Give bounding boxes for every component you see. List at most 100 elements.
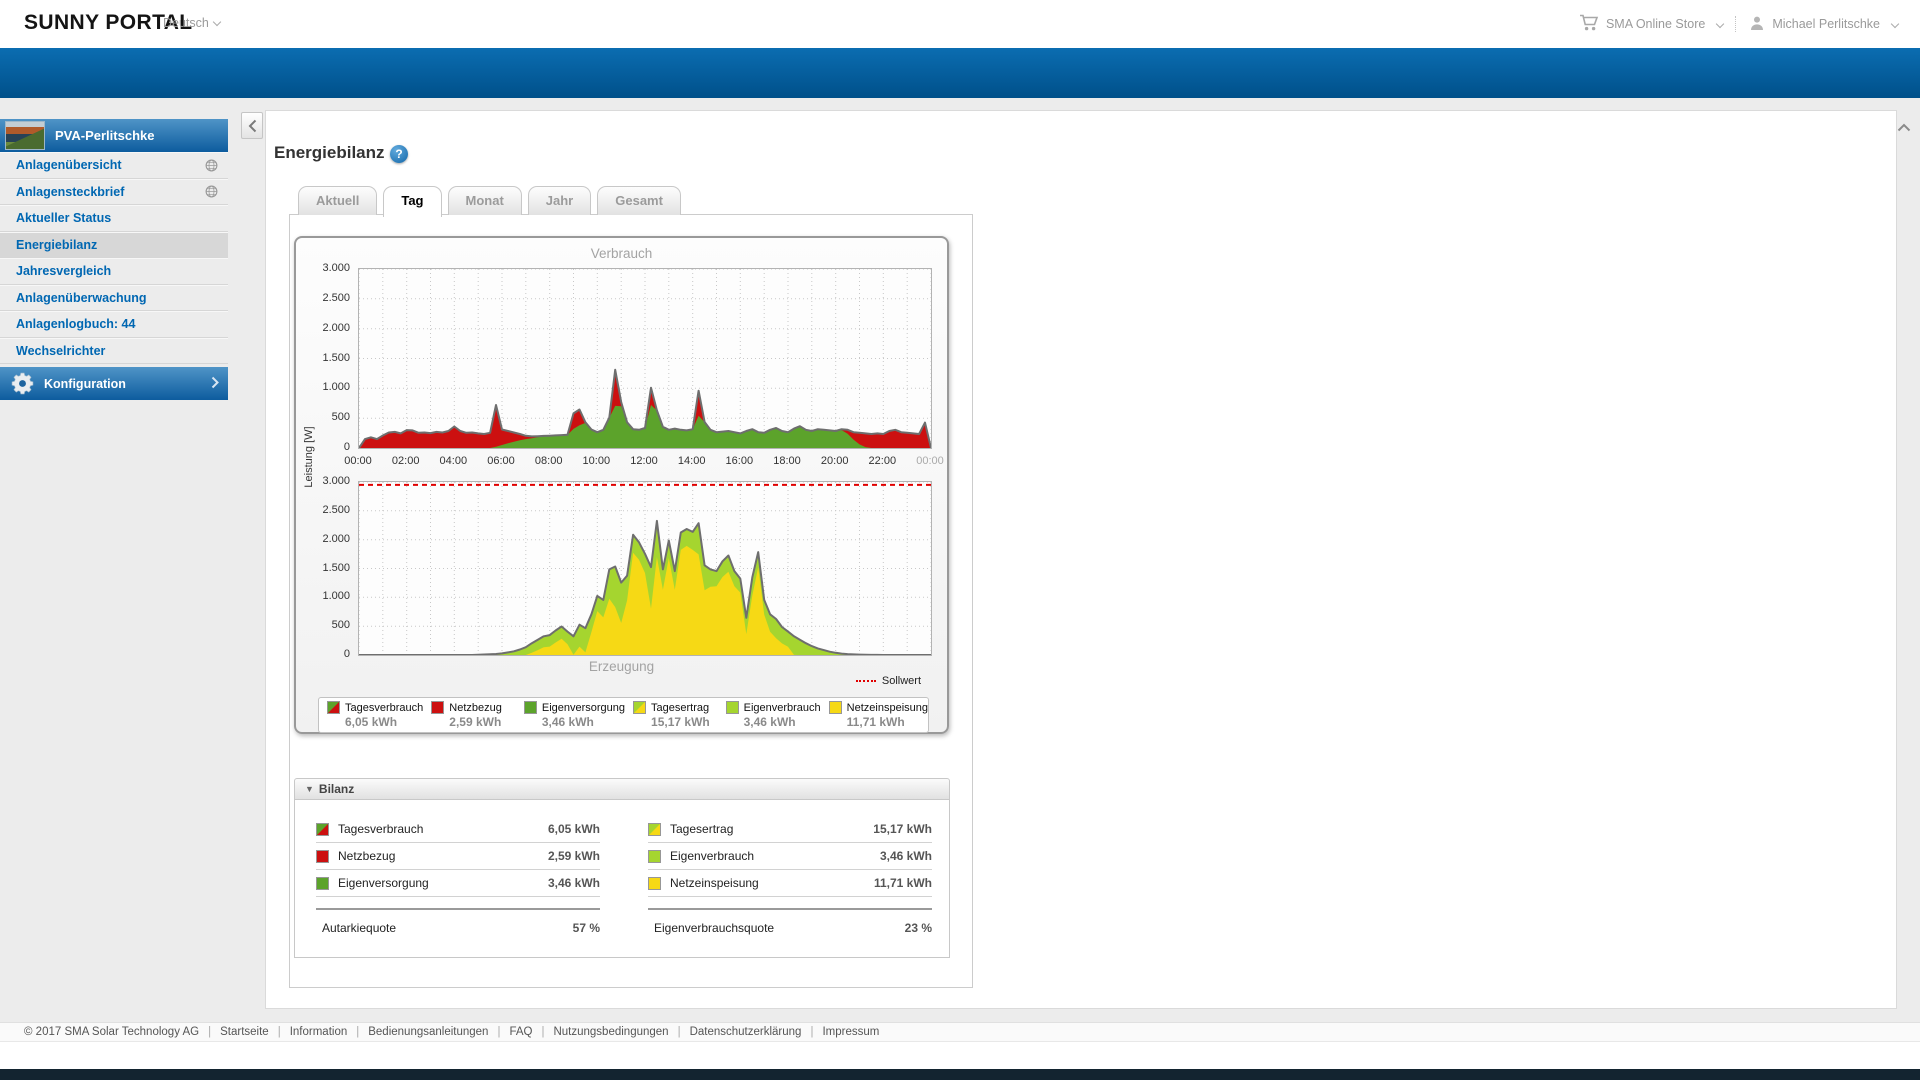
tab-gesamt[interactable]: Gesamt [597, 186, 681, 215]
bilanz-row-label: Netzeinspeisung [670, 876, 759, 890]
page-title: Energiebilanz [274, 143, 385, 162]
bilanz-separator [648, 897, 932, 910]
chevron-down-icon [1716, 19, 1725, 29]
bilanz-row-value: 15,17 kWh [873, 822, 932, 836]
y-axis-tick: 2.000 [322, 321, 350, 334]
legend-swatch-icon [828, 701, 842, 714]
bilanz-quote-label: Eigenverbrauchsquote [654, 920, 775, 935]
erzeugung-chart-title: Erzeugung [588, 659, 655, 674]
legend-swatch-icon [633, 701, 647, 714]
y-axis-tick: 1.500 [322, 351, 350, 364]
sidebar-collapse-button[interactable] [241, 112, 263, 139]
x-axis-tick: 08:00 [534, 455, 563, 467]
x-axis-tick: 06:00 [487, 455, 515, 467]
user-menu[interactable]: Michael Perlitschke [1749, 15, 1900, 34]
plant-name: PVA-Perlitschke [55, 128, 155, 143]
sidebar-item-label: Anlagenüberwachung [16, 290, 147, 305]
legend-swatch-icon [725, 701, 739, 714]
legend-label: Eigenverbrauch [743, 701, 821, 714]
legend-row: Netzbezug [431, 701, 516, 714]
legend-row: Eigenversorgung [523, 701, 625, 714]
tab-tag[interactable]: Tag [383, 186, 442, 217]
legend-label: Tagesverbrauch [345, 701, 424, 714]
tab-aktuell[interactable]: Aktuell [298, 186, 378, 215]
legend-row: Eigenverbrauch [725, 701, 821, 714]
verbrauch-chart [358, 268, 932, 449]
konfiguration-label: Konfiguration [44, 376, 126, 391]
bilanz-quote-value: 23 % [904, 920, 932, 935]
footer-link-bedienungsanleitungen[interactable]: Bedienungsanleitungen [368, 1026, 488, 1038]
language-dropdown[interactable]: Deutsch [163, 16, 222, 30]
sidebar-item-label: Jahresvergleich [16, 264, 112, 279]
bilanz-row-value: 11,71 kWh [873, 876, 932, 890]
sidebar-item-anlagen-berwachung[interactable]: Anlagenüberwachung [0, 284, 228, 311]
bilanz-row-label: Tagesverbrauch [338, 822, 424, 836]
sidebar-item-label: Energiebilanz [16, 237, 98, 252]
footer-separator: | [541, 1026, 545, 1038]
footer: © 2017 SMA Solar Technology AG | Startsei… [0, 1022, 1920, 1042]
x-axis-tick: 16:00 [725, 455, 754, 467]
tab-monat[interactable]: Monat [447, 186, 522, 215]
top-right-menu: SMA Online Store Michael Perlitschke [1579, 0, 1900, 48]
footer-link-nutzungsbedingungen[interactable]: Nutzungsbedingungen [553, 1026, 668, 1038]
y-axis-tick: 0 [343, 648, 350, 660]
user-name-label: Michael Perlitschke [1772, 17, 1880, 31]
language-label: Deutsch [163, 16, 209, 30]
sollwert-line-icon [855, 680, 876, 682]
sidebar-item-aktueller-status[interactable]: Aktueller Status [0, 205, 228, 232]
tab-jahr[interactable]: Jahr [527, 186, 592, 215]
bilanz-quote-value: 57 % [572, 920, 600, 935]
plant-selector[interactable]: PVA-Perlitschke [0, 119, 228, 152]
y-axis-tick: 1.500 [322, 561, 350, 574]
legend-label: Tagesertrag [651, 701, 710, 714]
x-axis-tick: 12:00 [630, 455, 658, 467]
bilanz-header[interactable]: ▼ Bilanz [294, 778, 950, 800]
legend-row: Tagesertrag [633, 701, 718, 714]
energy-chart-panel: Verbrauch Leistung [W] Erzeugung Sollwer… [294, 236, 949, 734]
bilanz-row-value: 2,59 kWh [547, 849, 600, 863]
y-axis-tick: 1.000 [322, 590, 350, 603]
legend-label: Netzbezug [449, 701, 502, 714]
y-axis-tick: 500 [331, 619, 350, 632]
bilanz-swatch-icon [316, 876, 329, 890]
sidebar-item-anlagenlogbuch-44[interactable]: Anlagenlogbuch: 44 [0, 311, 228, 338]
footer-link-impressum[interactable]: Impressum [822, 1026, 879, 1038]
footer-link-information[interactable]: Information [290, 1026, 348, 1038]
sidebar-item-konfiguration[interactable]: Konfiguration [0, 367, 228, 400]
sidebar-item-energiebilanz[interactable]: Energiebilanz [0, 231, 228, 258]
bilanz-right-column: Tagesertrag 15,17 kWh Eigenverbrauch 3,46 k… [648, 816, 932, 945]
footer-separator: | [277, 1026, 281, 1038]
store-menu[interactable]: SMA Online Store [1579, 14, 1725, 34]
legend-label: Netzeinspeisung [846, 701, 929, 714]
sollwert-legend: Sollwert [855, 675, 921, 687]
sidebar-item-wechselrichter[interactable]: Wechselrichter [0, 337, 228, 364]
help-icon[interactable]: ? [390, 145, 408, 163]
scroll-top-button[interactable] [1894, 118, 1914, 136]
x-axis-tick: 14:00 [677, 455, 706, 467]
y-axis-tick: 3.000 [322, 262, 350, 274]
chevron-right-icon [211, 376, 219, 392]
legend-value: 15,17 kWh [651, 715, 710, 729]
bilanz-quote-row: Eigenverbrauchsquote 23 % [648, 910, 932, 945]
y-axis-tick: 2.500 [322, 291, 350, 304]
sidebar-item-jahresvergleich[interactable]: Jahresvergleich [0, 258, 228, 285]
footer-link-faq[interactable]: FAQ [509, 1026, 532, 1038]
legend-row: Tagesverbrauch [327, 701, 423, 714]
bilanz-section: ▼ Bilanz Tagesverbrauch 6,05 kWh Netzbezug… [294, 778, 950, 958]
footer-link-datenschutzerkl-rung[interactable]: Datenschutzerklärung [690, 1026, 802, 1038]
chart-legend: Tagesverbrauch 6,05 kWh Netzbezug 2,59 kWh E… [318, 697, 929, 733]
legend-value: 6,05 kWh [345, 715, 398, 729]
bilanz-row-label: Netzbezug [338, 849, 396, 863]
bilanz-swatch-icon [648, 849, 661, 863]
sidebar-item-anlagen-bersicht[interactable]: Anlagenübersicht [0, 152, 228, 179]
bilanz-row-value: 3,46 kWh [547, 876, 600, 890]
legend-value: 11,71 kWh [846, 715, 905, 729]
bilanz-row-value: 3,46 kWh [879, 849, 932, 863]
gear-icon [10, 371, 35, 396]
sidebar-item-anlagensteckbrief[interactable]: Anlagensteckbrief [0, 178, 228, 205]
footer-link-startseite[interactable]: Startseite [220, 1026, 269, 1038]
globe-icon [205, 159, 218, 172]
bilanz-row: Eigenversorgung 3,46 kWh [316, 870, 600, 897]
legend-item: Eigenverbrauch 3,46 kWh [718, 698, 821, 732]
legend-item: Eigenversorgung 3,46 kWh [516, 698, 625, 732]
